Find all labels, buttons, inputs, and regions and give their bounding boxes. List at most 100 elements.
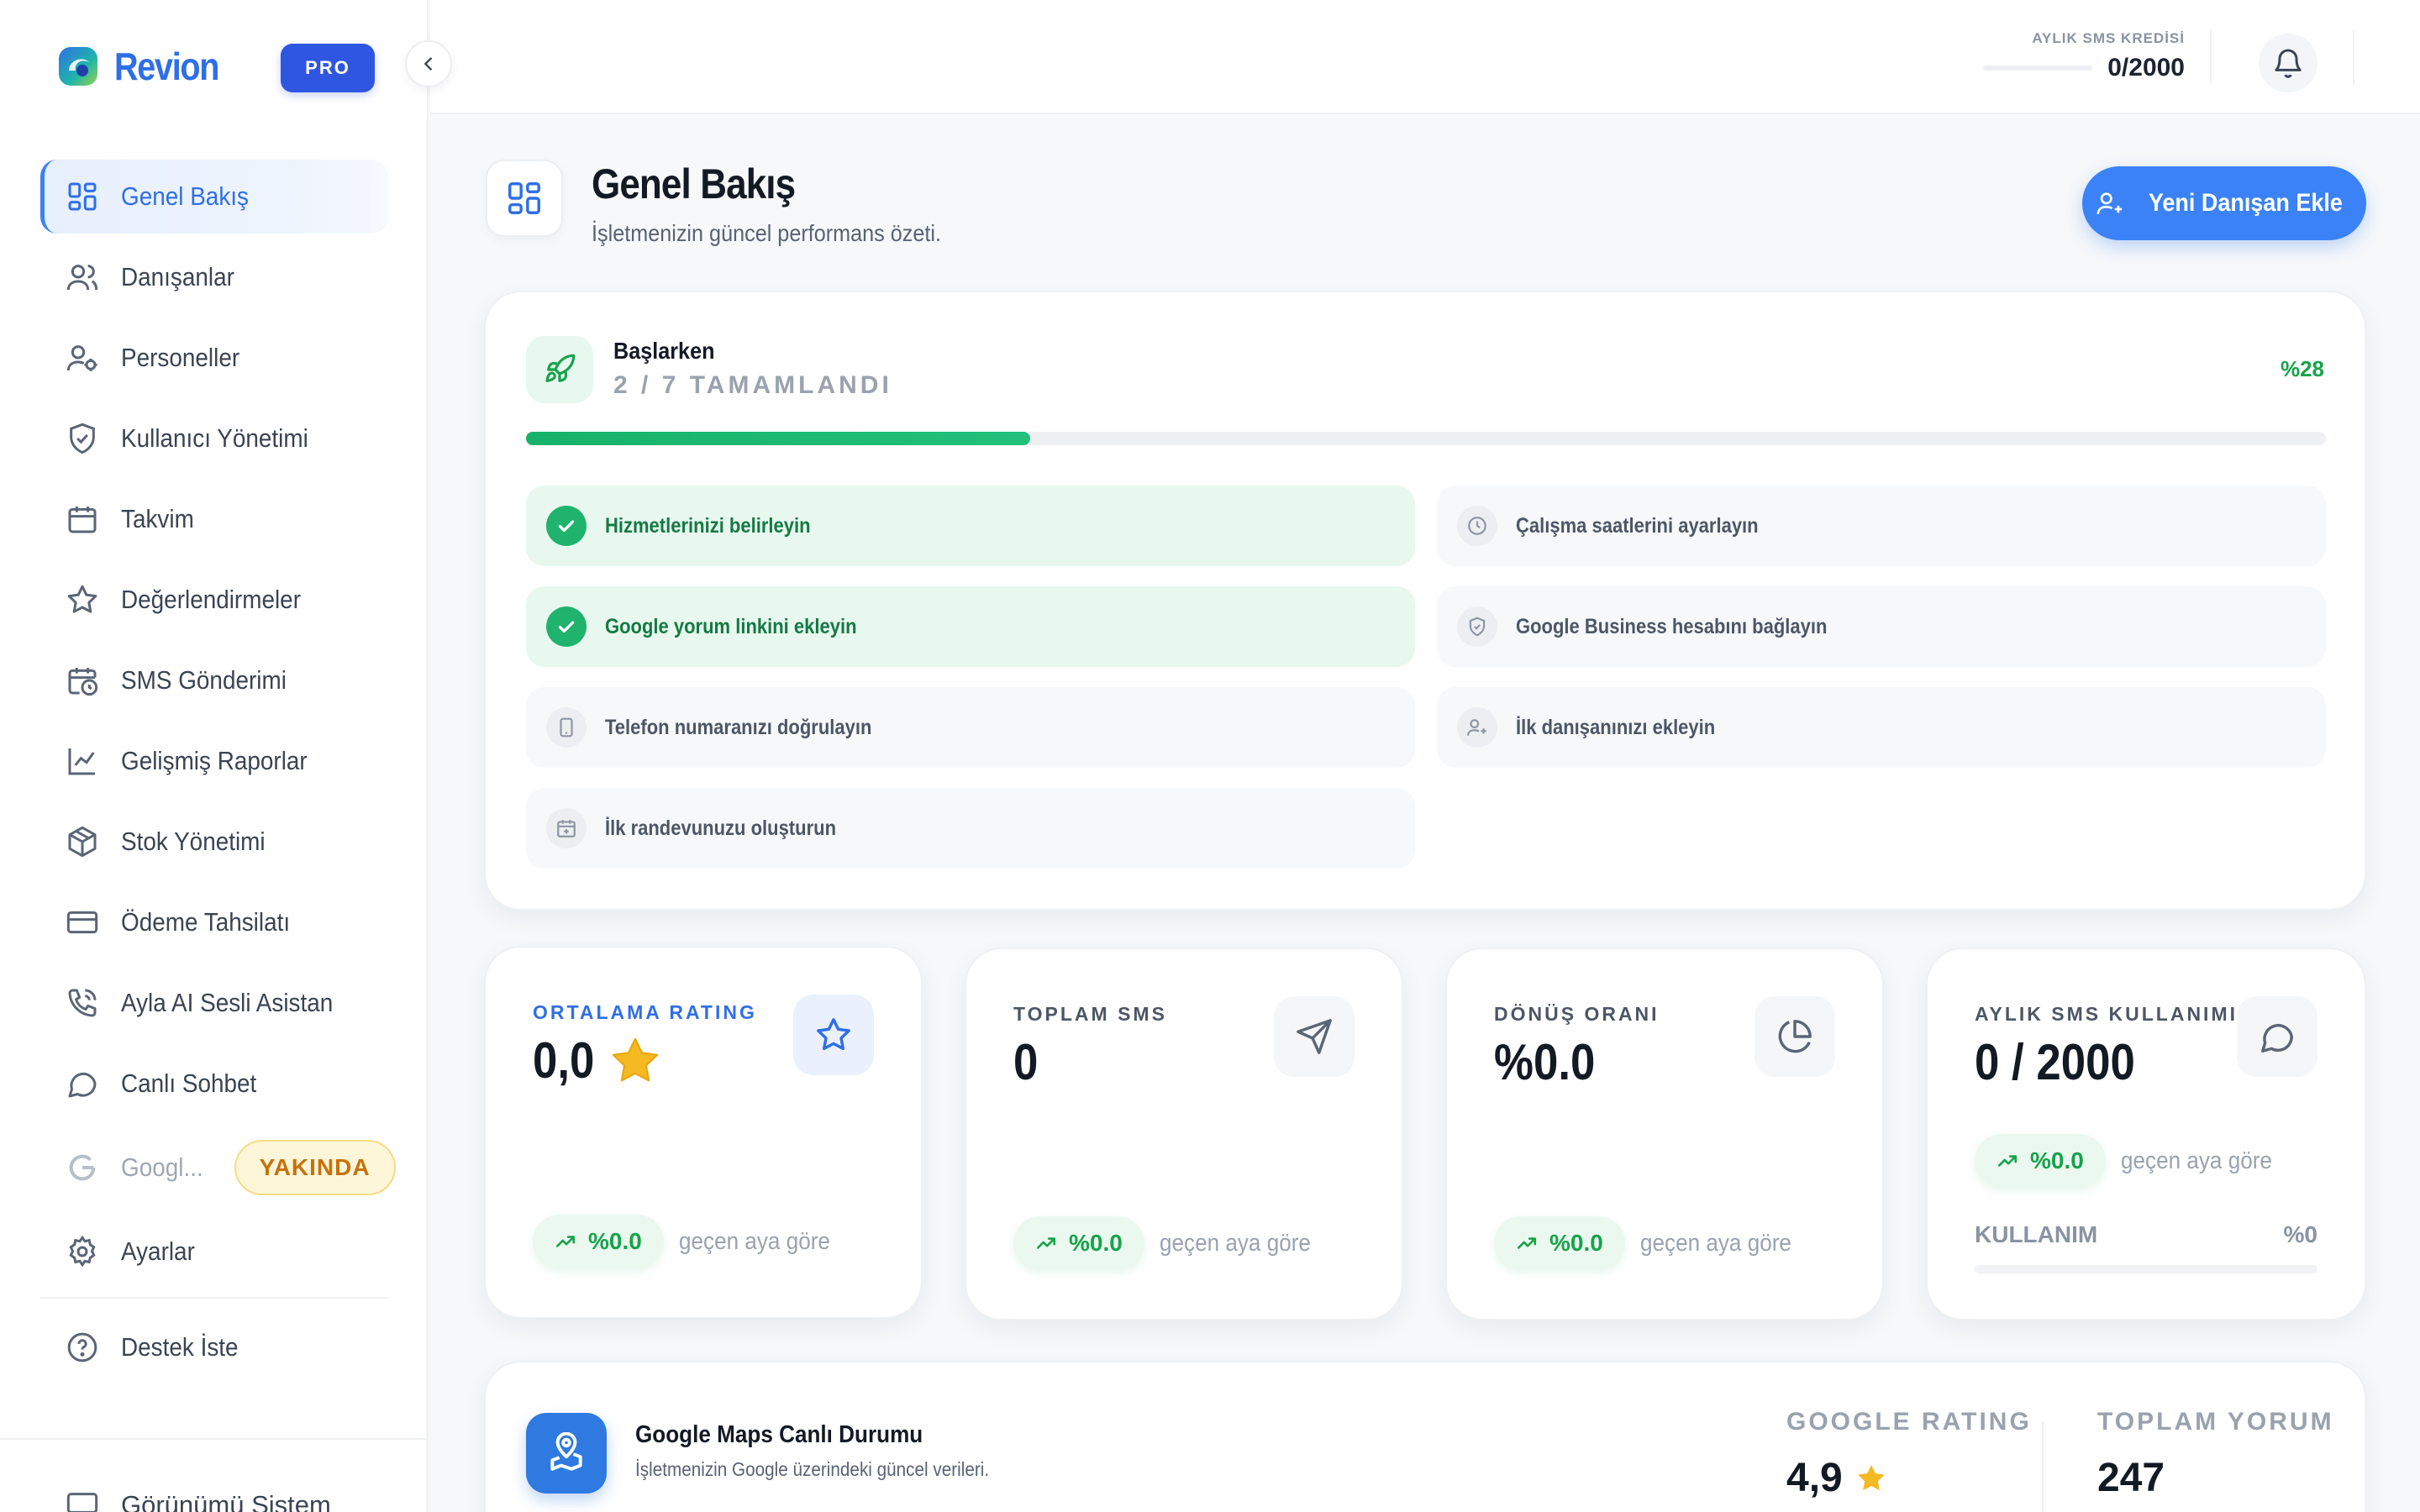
google-rating-row: 4,9 xyxy=(1786,1455,2032,1501)
page-header-icon xyxy=(486,160,563,237)
sms-credit-widget: AYLIK SMS KREDİSİ 0/2000 xyxy=(1983,30,2185,82)
sidebar-item-degerlendirmeler[interactable]: Değerlendirmeler xyxy=(40,563,388,637)
sidebar-item-ayarlar[interactable]: Ayarlar xyxy=(40,1215,388,1289)
sidebar-item-label: Takvim xyxy=(121,504,194,533)
user-settings-icon xyxy=(66,345,97,371)
stat-caption: ORTALAMA RATING xyxy=(533,1001,757,1023)
stat-caption: DÖNÜŞ ORANI xyxy=(1494,1003,1660,1025)
sidebar-item-label: SMS Gönderimi xyxy=(121,665,287,695)
trend-reference: geçen aya göre xyxy=(1639,1229,1791,1257)
trending-up-icon xyxy=(1997,1155,2018,1167)
sidebar-divider xyxy=(40,1297,388,1299)
star-filled-icon xyxy=(613,1037,659,1081)
task-working-hours[interactable]: Çalışma saatlerini ayarlayın xyxy=(1437,486,2326,566)
bell-icon xyxy=(2275,49,2302,78)
add-client-button[interactable]: Yeni Danışan Ekle xyxy=(2082,166,2366,240)
sidebar-collapse-button[interactable] xyxy=(405,40,452,87)
stat-trend: %0.0 geçen aya göre xyxy=(1494,1216,1808,1270)
line-chart-icon xyxy=(68,748,95,775)
task-first-appointment[interactable]: İlk randevunuzu oluşturun xyxy=(526,788,1415,869)
task-label: Hizmetlerinizi belirleyin xyxy=(605,513,811,538)
rocket-icon xyxy=(545,354,576,382)
trend-reference: geçen aya göre xyxy=(678,1227,830,1255)
coming-soon-badge: YAKINDA xyxy=(234,1140,396,1195)
map-pin-icon xyxy=(550,1432,582,1471)
calendar-clock-icon xyxy=(68,668,98,696)
sidebar-item-personeller[interactable]: Personeller xyxy=(40,321,388,395)
stat-caption: AYLIK SMS KULLANIMI xyxy=(1975,1003,2238,1025)
task-label: İlk randevunuzu oluşturun xyxy=(605,816,837,840)
topbar-divider xyxy=(2210,30,2212,84)
sidebar-item-danisanlar[interactable]: Danışanlar xyxy=(40,240,388,314)
calendar-plus-icon xyxy=(546,808,587,848)
star-icon xyxy=(67,585,97,613)
task-label: İlk danışanınızı ekleyin xyxy=(1516,715,1716,739)
phone-call-icon xyxy=(68,989,97,1017)
maps-card-title: Google Maps Canlı Durumu xyxy=(635,1421,923,1448)
sidebar-item-stok-yonetimi[interactable]: Stok Yönetimi xyxy=(40,805,388,879)
trend-pill: %0.0 xyxy=(1494,1216,1625,1270)
sidebar-item-sms-gonderimi[interactable]: SMS Gönderimi xyxy=(40,643,388,717)
sidebar-item-destek-iste[interactable]: Destek İste xyxy=(40,1310,388,1384)
task-label: Telefon numaranızı doğrulayın xyxy=(605,715,872,739)
stat-trend: %0.0 geçen aya göre xyxy=(1013,1216,1328,1270)
google-maps-card: Google Maps Canlı Durumu İşletmenizin Go… xyxy=(484,1361,2366,1512)
sidebar-item-odeme-tahsilati[interactable]: Ödeme Tahsilatı xyxy=(40,885,388,959)
sidebar-item-label: Canlı Sohbet xyxy=(121,1068,257,1098)
map-pin-icon-box xyxy=(526,1413,607,1494)
sidebar-item-label: Gelişmiş Raporlar xyxy=(121,746,308,775)
check-circle-icon xyxy=(546,506,587,546)
notifications-button[interactable] xyxy=(2259,34,2317,92)
sidebar-item-canli-sohbet[interactable]: Canlı Sohbet xyxy=(40,1047,388,1121)
google-icon xyxy=(69,1154,96,1181)
task-verify-phone[interactable]: Telefon numaranızı doğrulayın xyxy=(526,687,1415,768)
maps-card-subtitle: İşletmenizin Google üzerindeki güncel ve… xyxy=(635,1458,990,1480)
sidebar-item-label: Googl... xyxy=(121,1152,203,1182)
task-first-client[interactable]: İlk danışanınızı ekleyin xyxy=(1437,687,2326,768)
trend-value: %0.0 xyxy=(1069,1230,1123,1256)
brand[interactable]: Revion xyxy=(57,44,235,89)
star-icon xyxy=(817,1018,850,1051)
sidebar-item-takvim[interactable]: Takvim xyxy=(40,482,388,556)
send-icon xyxy=(1297,1019,1332,1054)
check-circle-icon xyxy=(546,606,587,647)
trend-pill: %0.0 xyxy=(1975,1134,2106,1188)
calendar-icon xyxy=(68,507,97,533)
help-circle-icon xyxy=(67,1332,97,1362)
sidebar-item-genel-bakis[interactable]: Genel Bakış xyxy=(40,160,388,234)
trend-reference: geçen aya göre xyxy=(2120,1147,2272,1174)
usage-label: KULLANIM xyxy=(1975,1221,2098,1247)
task-label: Google yorum linkini ekleyin xyxy=(605,614,857,638)
dashboard-icon xyxy=(68,182,97,211)
stat-icon-box xyxy=(793,995,874,1075)
sidebar-item-ayla-ai[interactable]: Ayla AI Sesli Asistan xyxy=(40,966,388,1040)
stat-card-conversion: DÖNÜŞ ORANI %0.0 %0.0 geçen aya göre xyxy=(1445,948,1884,1320)
task-services[interactable]: Hizmetlerinizi belirleyin xyxy=(526,486,1415,566)
sidebar-item-kullanici-yonetimi[interactable]: Kullanıcı Yönetimi xyxy=(40,402,388,475)
task-label: Çalışma saatlerini ayarlayın xyxy=(1516,513,1759,538)
topbar: AYLIK SMS KREDİSİ 0/2000 xyxy=(430,0,2420,114)
stat-trend: %0.0 geçen aya göre xyxy=(533,1215,847,1268)
trend-reference: geçen aya göre xyxy=(1159,1229,1311,1257)
sidebar-item-label: Danışanlar xyxy=(121,262,234,291)
total-reviews-value: 247 xyxy=(2097,1456,2165,1500)
trend-value: %0.0 xyxy=(1549,1230,1603,1256)
task-google-review-link[interactable]: Google yorum linkini ekleyin xyxy=(526,586,1415,667)
task-google-business[interactable]: Google Business hesabını bağlayın xyxy=(1437,586,2326,667)
pro-badge: PRO xyxy=(281,44,375,92)
sms-credit-caption: AYLIK SMS KREDİSİ xyxy=(2032,30,2185,46)
sidebar-item-gelismis-raporlar[interactable]: Gelişmiş Raporlar xyxy=(40,724,388,798)
user-plus-icon xyxy=(2096,192,2122,214)
chat-icon xyxy=(68,1073,97,1098)
stat-icon-box xyxy=(1274,996,1355,1077)
stat-caption: TOPLAM SMS xyxy=(1013,1003,1167,1025)
sidebar-item-label: Destek İste xyxy=(121,1332,239,1362)
trending-up-icon xyxy=(1036,1237,1056,1249)
sidebar-item-google[interactable]: Googl... YAKINDA xyxy=(40,1127,396,1208)
users-icon xyxy=(66,265,98,291)
rating-value: 0,0 xyxy=(533,1032,595,1089)
theme-toggle[interactable]: Görünümü Sistem xyxy=(66,1488,331,1512)
trend-pill: %0.0 xyxy=(1013,1216,1144,1270)
google-rating-caption: GOOGLE RATING xyxy=(1786,1408,2032,1436)
stat-value: 0 / 2000 xyxy=(1975,1033,2157,1091)
